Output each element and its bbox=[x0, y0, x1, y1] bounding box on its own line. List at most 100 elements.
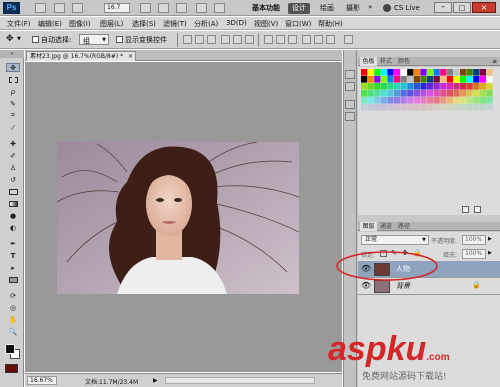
color-swatch[interactable] bbox=[466, 83, 473, 90]
color-swatch[interactable] bbox=[466, 104, 473, 111]
color-swatch[interactable] bbox=[460, 76, 467, 83]
menu-filter[interactable]: 滤镜(T) bbox=[163, 19, 187, 29]
menu-file[interactable]: 文件(F) bbox=[7, 19, 31, 29]
color-swatch[interactable] bbox=[367, 76, 374, 83]
opacity-field[interactable]: 100% bbox=[462, 235, 486, 245]
align-vcenter-icon[interactable] bbox=[195, 35, 204, 44]
color-swatch[interactable] bbox=[433, 90, 440, 97]
distribute-left-icon[interactable] bbox=[302, 35, 311, 44]
color-swatch[interactable] bbox=[361, 90, 368, 97]
minimize-button[interactable]: – bbox=[434, 2, 452, 13]
color-swatch[interactable] bbox=[413, 76, 420, 83]
auto-align-icon[interactable] bbox=[344, 35, 353, 44]
color-swatch[interactable] bbox=[420, 83, 427, 90]
distribute-hcenter-icon[interactable] bbox=[314, 35, 323, 44]
fill-field[interactable]: 100% bbox=[462, 249, 486, 259]
color-swatch[interactable] bbox=[387, 76, 394, 83]
color-swatch[interactable] bbox=[361, 97, 368, 104]
screen-mode-icon[interactable] bbox=[214, 3, 225, 13]
color-swatch[interactable] bbox=[367, 69, 374, 76]
color-swatch[interactable] bbox=[367, 104, 374, 111]
color-swatch[interactable] bbox=[413, 90, 420, 97]
color-swatch[interactable] bbox=[453, 69, 460, 76]
close-button[interactable]: × bbox=[472, 2, 496, 13]
color-swatch[interactable] bbox=[433, 97, 440, 104]
tools-panel-grip[interactable]: » bbox=[0, 50, 24, 58]
align-right-icon[interactable] bbox=[245, 35, 254, 44]
color-swatch[interactable] bbox=[394, 90, 401, 97]
masks-panel-icon[interactable] bbox=[345, 112, 355, 121]
maximize-button[interactable]: □ bbox=[453, 2, 471, 13]
color-swatch[interactable] bbox=[400, 90, 407, 97]
color-swatch[interactable] bbox=[420, 69, 427, 76]
color-swatch[interactable] bbox=[387, 90, 394, 97]
align-left-icon[interactable] bbox=[221, 35, 230, 44]
type-tool-icon[interactable]: T bbox=[6, 251, 20, 260]
color-swatch[interactable] bbox=[394, 104, 401, 111]
color-swatch[interactable] bbox=[479, 83, 486, 90]
tab-layers[interactable]: 图层 bbox=[360, 222, 377, 231]
color-swatch[interactable] bbox=[479, 90, 486, 97]
menu-edit[interactable]: 编辑(E) bbox=[38, 19, 62, 29]
align-hcenter-icon[interactable] bbox=[233, 35, 242, 44]
color-swatch[interactable] bbox=[466, 90, 473, 97]
workspace-photography[interactable]: 摄影 bbox=[342, 3, 364, 14]
eraser-tool-icon[interactable] bbox=[6, 187, 20, 196]
color-swatch[interactable] bbox=[427, 104, 434, 111]
blend-mode-dropdown[interactable]: 正常 ▼ bbox=[361, 235, 429, 245]
color-swatch[interactable] bbox=[440, 69, 447, 76]
tab-swatches[interactable]: 色板 bbox=[360, 57, 377, 66]
delete-swatch-icon[interactable] bbox=[474, 206, 481, 213]
healing-brush-tool-icon[interactable]: ✚ bbox=[6, 139, 20, 148]
color-swatch[interactable] bbox=[479, 76, 486, 83]
mini-bridge-icon[interactable] bbox=[54, 3, 65, 13]
color-swatch[interactable] bbox=[374, 83, 381, 90]
color-swatch[interactable] bbox=[440, 90, 447, 97]
menu-3d[interactable]: 3D(D) bbox=[226, 19, 247, 27]
hand-tool-icon[interactable]: ✋ bbox=[6, 315, 20, 324]
color-swatch[interactable] bbox=[466, 76, 473, 83]
align-top-icon[interactable] bbox=[183, 35, 192, 44]
color-swatch[interactable] bbox=[433, 104, 440, 111]
color-swatch[interactable] bbox=[446, 104, 453, 111]
color-swatch[interactable] bbox=[380, 83, 387, 90]
color-swatch[interactable] bbox=[400, 76, 407, 83]
color-swatch[interactable] bbox=[486, 69, 493, 76]
color-swatch[interactable] bbox=[466, 97, 473, 104]
bridge-icon[interactable] bbox=[35, 3, 46, 13]
distribute-bottom-icon[interactable] bbox=[288, 35, 297, 44]
color-swatch[interactable] bbox=[407, 97, 414, 104]
rotate-view-icon[interactable] bbox=[176, 3, 187, 13]
workspace-painting[interactable]: 绘画 bbox=[316, 3, 338, 14]
color-swatch[interactable] bbox=[466, 69, 473, 76]
color-swatch[interactable] bbox=[367, 97, 374, 104]
color-swatch[interactable] bbox=[407, 83, 414, 90]
color-swatch[interactable] bbox=[473, 76, 480, 83]
workspace-more-icon[interactable]: » bbox=[368, 3, 372, 11]
color-swatch[interactable] bbox=[486, 90, 493, 97]
marquee-tool-icon[interactable] bbox=[6, 75, 20, 84]
fill-arrow-icon[interactable]: ▶ bbox=[488, 250, 492, 256]
color-swatch[interactable] bbox=[380, 97, 387, 104]
tab-paths[interactable]: 路径 bbox=[398, 222, 410, 231]
color-swatch[interactable] bbox=[374, 69, 381, 76]
tab-styles[interactable]: 样式 bbox=[380, 57, 392, 66]
color-swatch[interactable] bbox=[460, 90, 467, 97]
quick-mask-button[interactable] bbox=[5, 364, 18, 373]
distribute-right-icon[interactable] bbox=[326, 35, 335, 44]
color-swatch[interactable] bbox=[420, 97, 427, 104]
document-image[interactable] bbox=[57, 142, 299, 294]
zoom-readout[interactable]: 16.67% bbox=[27, 376, 57, 385]
color-swatch[interactable] bbox=[446, 90, 453, 97]
color-swatch[interactable] bbox=[420, 104, 427, 111]
arrange-documents-icon[interactable] bbox=[196, 3, 207, 13]
color-swatch[interactable] bbox=[446, 69, 453, 76]
color-swatch[interactable] bbox=[473, 69, 480, 76]
color-swatch[interactable] bbox=[460, 97, 467, 104]
color-swatch[interactable] bbox=[380, 76, 387, 83]
color-swatch[interactable] bbox=[460, 83, 467, 90]
swatches-panel-menu-icon[interactable]: ≡ bbox=[492, 57, 497, 66]
auto-select-checkbox[interactable] bbox=[32, 36, 39, 43]
zoom-tool-icon[interactable] bbox=[158, 3, 169, 13]
color-swatch[interactable] bbox=[479, 69, 486, 76]
